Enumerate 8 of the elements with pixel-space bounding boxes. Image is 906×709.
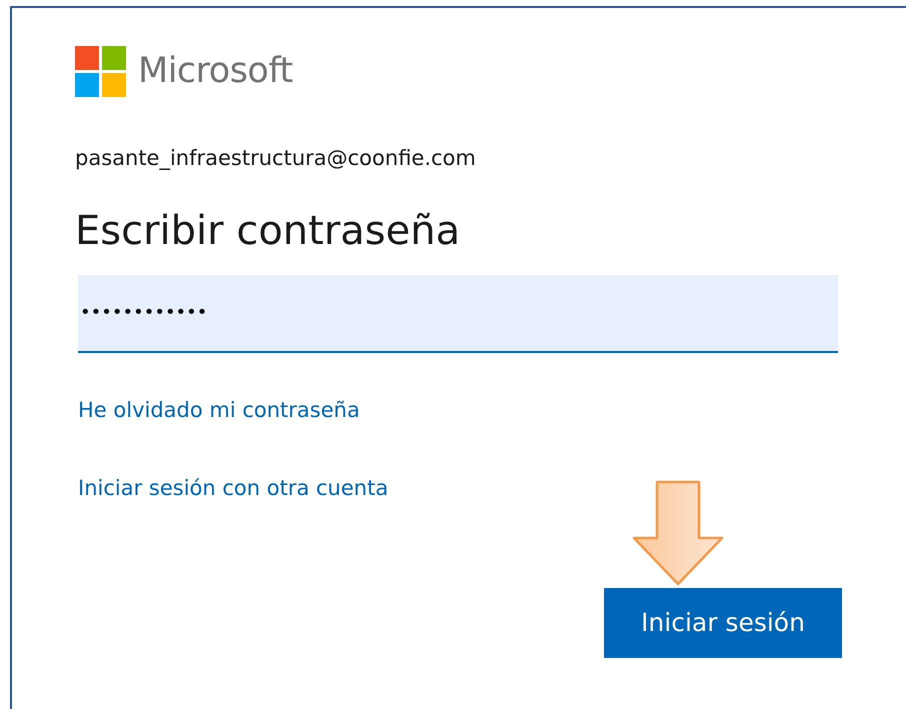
logo-icon — [75, 46, 126, 97]
account-email: pasante_infraestructura@coonfie.com — [75, 145, 477, 172]
page-heading: Escribir contraseña — [75, 208, 462, 252]
link[interactable]: Iniciar sesión con otra cuenta — [78, 473, 388, 504]
brand-name: Microsoft — [138, 54, 293, 89]
password-field[interactable]: •••••••••••• — [78, 274, 838, 352]
link[interactable]: He olvidado mi contraseña — [78, 394, 360, 426]
sign-in-button[interactable]: Iniciar sesión — [604, 588, 842, 658]
